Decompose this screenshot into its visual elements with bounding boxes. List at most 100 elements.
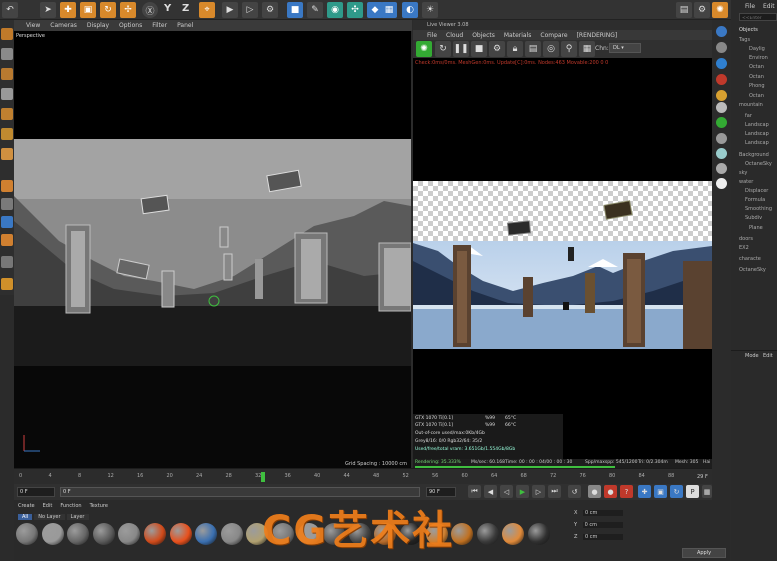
prev-frame-icon[interactable]: ◁ (500, 485, 513, 498)
octane-settings-icon[interactable] (716, 26, 727, 37)
object-row[interactable]: Octan (749, 93, 764, 99)
lock-icon[interactable]: 🔒︎ (507, 41, 523, 57)
timeline[interactable]: 0 4 8 12 16 20 24 28 32 36 40 44 48 52 56 60 64 68 72 76 80 8… (14, 468, 712, 484)
pause-icon[interactable]: ❚❚ (453, 41, 469, 57)
position-key-icon[interactable]: ✚ (638, 485, 651, 498)
object-row[interactable]: characte (739, 256, 761, 262)
coord-field-y[interactable]: 0 cm (582, 522, 623, 528)
light-tag-icon[interactable] (716, 74, 727, 85)
viewport-menu-filter[interactable]: Filter (152, 22, 167, 29)
object-row[interactable]: Plane (749, 225, 763, 231)
cube-icon[interactable]: ■ (287, 2, 303, 18)
viewport-menu-view[interactable]: View (26, 22, 40, 29)
scatter-icon[interactable] (716, 178, 727, 189)
polygons-mode-icon[interactable] (1, 148, 13, 160)
lv-menu-materials[interactable]: Materials (504, 32, 532, 39)
material-swatch[interactable] (220, 523, 243, 545)
subdivision-icon[interactable]: ◉ (327, 2, 343, 18)
right-menu-file[interactable]: File (745, 3, 755, 10)
enable-axis-icon[interactable] (1, 180, 13, 192)
points-mode-icon[interactable] (1, 108, 13, 120)
coord-field-x[interactable]: 0 cm (583, 510, 624, 516)
object-row[interactable]: Background (739, 152, 769, 158)
stop-icon[interactable]: ■ (471, 41, 487, 57)
viewport-menu-display[interactable]: Display (87, 22, 109, 29)
settings-icon[interactable]: ⚙ (489, 41, 505, 57)
channel-select[interactable]: DL ▾ (609, 43, 641, 53)
environment-icon[interactable] (716, 58, 727, 69)
checker-icon[interactable] (1, 48, 13, 60)
grid-icon[interactable] (1, 256, 13, 268)
viewport-menu-panel[interactable]: Panel (177, 22, 193, 29)
mat-menu-edit[interactable]: Edit (43, 503, 53, 509)
object-row[interactable]: OctaneSky (739, 267, 766, 273)
rotation-key-icon[interactable]: ↻ (670, 485, 683, 498)
mat-menu-function[interactable]: Function (60, 503, 81, 509)
object-row[interactable]: Landscap (745, 140, 769, 146)
object-row[interactable]: Formula (745, 197, 765, 203)
record-key-icon[interactable]: ● (588, 485, 601, 498)
filter-layer[interactable]: Layer (66, 514, 89, 520)
filter-no-layer[interactable]: No Layer (34, 514, 65, 520)
lv-menu-cloud[interactable]: Cloud (446, 32, 463, 39)
settings-icon[interactable]: ⚙ (694, 2, 710, 18)
object-row[interactable]: water (739, 179, 753, 185)
apply-button[interactable]: Apply (682, 548, 726, 558)
scale-icon[interactable]: ▣ (80, 2, 96, 18)
viewport-menu-cameras[interactable]: Cameras (50, 22, 77, 29)
material-swatch[interactable] (169, 523, 192, 545)
object-search-input[interactable] (740, 15, 776, 22)
object-row[interactable]: Landscap (745, 131, 769, 137)
x-axis-lock-icon[interactable]: Ⓧ (142, 2, 158, 18)
undo-icon[interactable]: ↶ (2, 2, 18, 18)
lv-menu-compare[interactable]: Compare (540, 32, 567, 39)
array-icon[interactable]: ✣ (347, 2, 363, 18)
perspective-viewport[interactable]: Perspective Grid Spacing : 10000 cm (14, 31, 411, 468)
material-swatch[interactable] (16, 523, 38, 545)
daylight-icon[interactable] (716, 90, 727, 101)
model-mode-icon[interactable] (1, 28, 13, 40)
autokey-icon[interactable]: ● (604, 485, 617, 498)
object-row[interactable]: Tags (739, 37, 750, 43)
object-row[interactable]: Landscap (745, 122, 769, 128)
select-arrow-icon[interactable]: ➤ (40, 2, 56, 18)
end-frame-field[interactable]: 90 F (426, 487, 456, 497)
camera-tag-icon[interactable] (716, 42, 727, 53)
material-swatch[interactable] (41, 523, 64, 545)
object-row[interactable]: Octan (749, 64, 764, 70)
prev-key-icon[interactable]: ◀ (484, 485, 497, 498)
object-search[interactable] (739, 13, 777, 22)
mat-menu-texture[interactable]: Texture (90, 503, 108, 509)
octane-icon[interactable]: ✺ (712, 2, 728, 18)
volume-icon[interactable] (716, 148, 727, 159)
object-row[interactable]: far (745, 113, 752, 119)
object-row[interactable]: OctaneSky (745, 161, 772, 167)
object-row[interactable]: Daylig (749, 46, 765, 52)
coordinate-system-icon[interactable]: ⌖ (199, 2, 215, 18)
object-row[interactable]: EX2 (739, 245, 749, 251)
object-row[interactable]: sky (739, 170, 747, 176)
tweak-icon[interactable] (1, 198, 13, 210)
pin-icon[interactable]: ⚲ (561, 41, 577, 57)
texture-mode-icon[interactable] (1, 68, 13, 80)
pen-icon[interactable]: ✎ (307, 2, 323, 18)
object-row[interactable]: Octan (749, 74, 764, 80)
object-row[interactable]: Phong (749, 83, 765, 89)
material-icon[interactable] (716, 102, 727, 113)
object-row[interactable]: Smoothing (745, 206, 772, 212)
preview-range-slider[interactable]: 0 F (60, 487, 420, 497)
material-swatch[interactable] (92, 523, 115, 545)
floor-icon[interactable]: ▦ (381, 2, 397, 18)
layout-icon[interactable]: ▤ (676, 2, 692, 18)
goto-end-icon[interactable]: ⏭ (548, 485, 561, 498)
object-row[interactable]: mountain (739, 102, 763, 108)
last-tool-icon[interactable]: ✢ (120, 2, 136, 18)
save-icon[interactable]: ▤ (525, 41, 541, 57)
play-icon[interactable]: ▶ (516, 485, 529, 498)
mat-menu-create[interactable]: Create (18, 503, 35, 509)
light-icon[interactable]: ☀ (422, 2, 438, 18)
loop-icon[interactable]: ↺ (568, 485, 581, 498)
z-axis-label[interactable]: Z (182, 3, 189, 14)
render-active-icon[interactable]: ▷ (242, 2, 258, 18)
sphere-icon[interactable] (716, 133, 727, 144)
